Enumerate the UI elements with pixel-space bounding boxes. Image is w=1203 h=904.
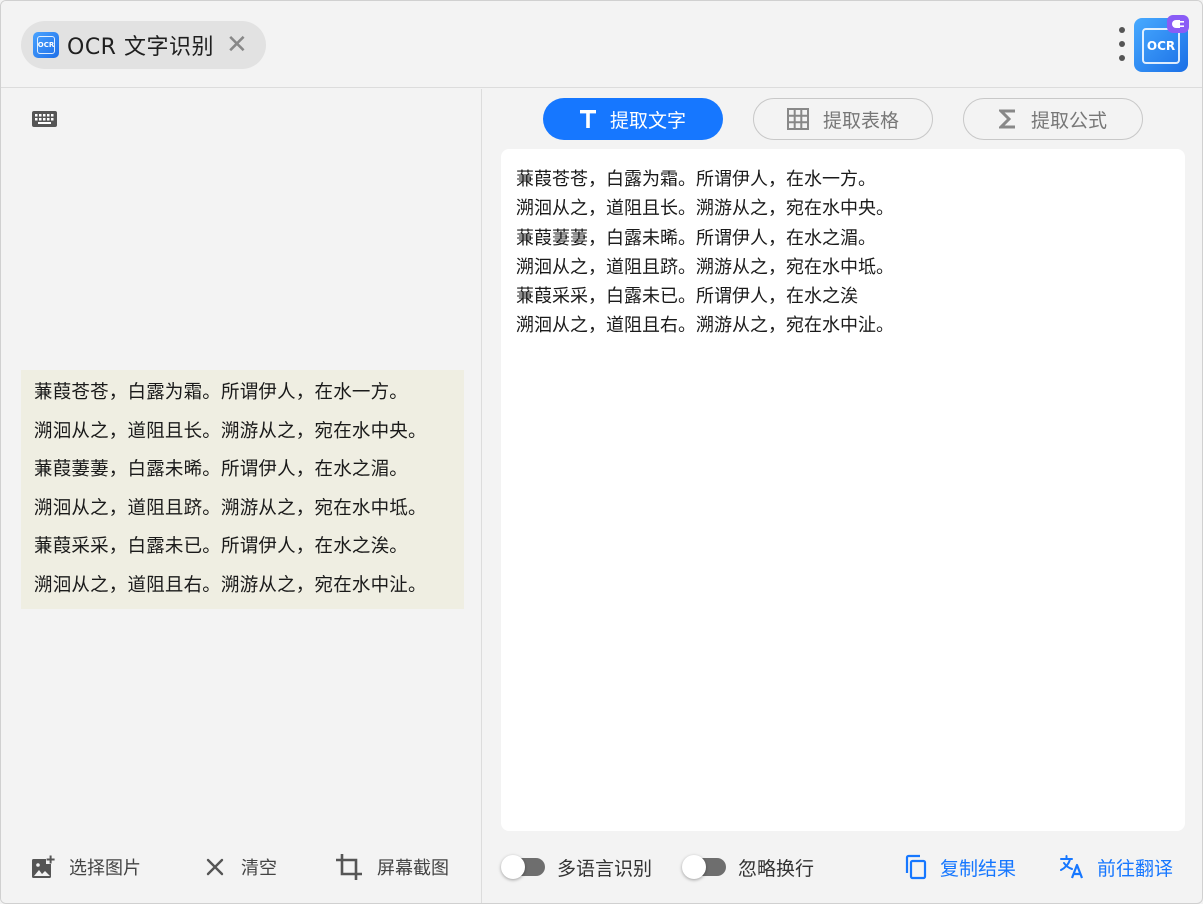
more-options-icon[interactable]	[1117, 27, 1127, 61]
result-panel: 提取文字 提取表格 提取公式 蒹葭苍苍，白露为霜。所谓伊人，在水一方。 溯洄从之…	[483, 89, 1202, 903]
translate-button[interactable]: 前往翻译	[1059, 847, 1173, 887]
tab-title: OCR 文字识别	[67, 35, 214, 60]
image-text-line: 蒹葭采采，白露未已。所谓伊人，在水之涘。	[34, 536, 409, 557]
result-line: 蒹葭萋萋，白露未晞。所谓伊人，在水之湄。	[516, 227, 876, 249]
add-image-icon	[32, 855, 55, 878]
image-text-line: 蒹葭萋萋，白露未晞。所谓伊人，在水之湄。	[34, 459, 409, 480]
result-line: 溯洄从之，道阻且右。溯游从之，宛在水中沚。	[516, 315, 894, 337]
clear-label: 清空	[241, 858, 277, 879]
text-T-icon	[579, 110, 596, 128]
image-text-line: 溯洄从之，道阻且跻。溯游从之，宛在水中坻。	[34, 497, 427, 519]
result-line: 溯洄从之，道阻且跻。溯游从之，宛在水中坻。	[516, 256, 894, 278]
clear-x-icon	[206, 858, 224, 876]
select-image-button[interactable]: 选择图片	[31, 847, 141, 887]
tab-extract-table[interactable]: 提取表格	[753, 98, 933, 140]
image-text-line: 蒹葭苍苍，白露为霜。所谓伊人，在水一方。	[34, 382, 409, 403]
tab-ocr[interactable]: OCR OCR 文字识别 ✕	[21, 21, 266, 69]
sigma-icon	[998, 109, 1017, 129]
plugin-icon[interactable]	[1167, 15, 1189, 33]
multi-language-label: 多语言识别	[557, 857, 653, 880]
ocr-window: OCR OCR 文字识别 ✕ OCR 蒹葭苍苍，白露为霜。所谓伊人，在水一方。 …	[0, 0, 1203, 904]
ignore-newline-switch[interactable]	[682, 855, 726, 879]
clear-button[interactable]: 清空	[205, 847, 277, 887]
image-panel: 蒹葭苍苍，白露为霜。所谓伊人，在水一方。 溯洄从之，道阻且长。溯游从之，宛在水中…	[1, 89, 482, 903]
ocr-app-icon-text: OCR	[37, 41, 55, 49]
multi-language-switch[interactable]	[501, 855, 545, 879]
result-toolbar: 多语言识别 忽略换行 复制结果 前往翻译	[483, 847, 1202, 887]
crop-icon	[336, 854, 362, 880]
tab-extract-text-label: 提取文字	[609, 109, 686, 132]
image-toolbar: 选择图片 清空 屏幕截图	[1, 847, 481, 887]
close-icon[interactable]: ✕	[226, 32, 248, 58]
result-text-area[interactable]: 蒹葭苍苍，白露为霜。所谓伊人，在水一方。 溯洄从之，道阻且长。溯游从之，宛在水中…	[501, 149, 1185, 831]
source-image: 蒹葭苍苍，白露为霜。所谓伊人，在水一方。 溯洄从之，道阻且长。溯游从之，宛在水中…	[21, 370, 464, 609]
table-grid-icon	[786, 108, 809, 130]
image-text-line: 溯洄从之，道阻且右。溯游从之，宛在水中沚。	[34, 574, 427, 596]
keyboard-icon[interactable]	[31, 109, 59, 129]
copy-result-label: 复制结果	[940, 857, 1017, 880]
ignore-newline-label: 忽略换行	[738, 857, 815, 880]
tab-extract-text[interactable]: 提取文字	[543, 98, 723, 140]
result-line: 蒹葭采采，白露未已。所谓伊人，在水之涘	[516, 286, 858, 308]
screenshot-label: 屏幕截图	[377, 858, 449, 879]
image-text-line: 溯洄从之，道阻且长。溯游从之，宛在水中央。	[34, 420, 427, 442]
copy-result-button[interactable]: 复制结果	[904, 847, 1016, 887]
tab-extract-table-label: 提取表格	[822, 109, 899, 132]
copy-icon	[905, 854, 927, 880]
ocr-app-icon: OCR	[33, 32, 59, 58]
result-line: 蒹葭苍苍，白露为霜。所谓伊人，在水一方。	[516, 169, 876, 190]
select-image-label: 选择图片	[69, 858, 141, 879]
tab-extract-formula[interactable]: 提取公式	[963, 98, 1143, 140]
translate-icon	[1060, 855, 1084, 879]
ignore-newline-toggle[interactable]: 忽略换行	[682, 847, 815, 887]
title-bar: OCR OCR 文字识别 ✕ OCR	[1, 1, 1202, 88]
screenshot-button[interactable]: 屏幕截图	[335, 847, 449, 887]
translate-label: 前往翻译	[1097, 857, 1174, 880]
tab-extract-formula-label: 提取公式	[1030, 109, 1107, 132]
multi-language-toggle[interactable]: 多语言识别	[501, 847, 653, 887]
ocr-logo-text: OCR	[1146, 39, 1176, 53]
result-line: 溯洄从之，道阻且长。溯游从之，宛在水中央。	[516, 198, 894, 220]
